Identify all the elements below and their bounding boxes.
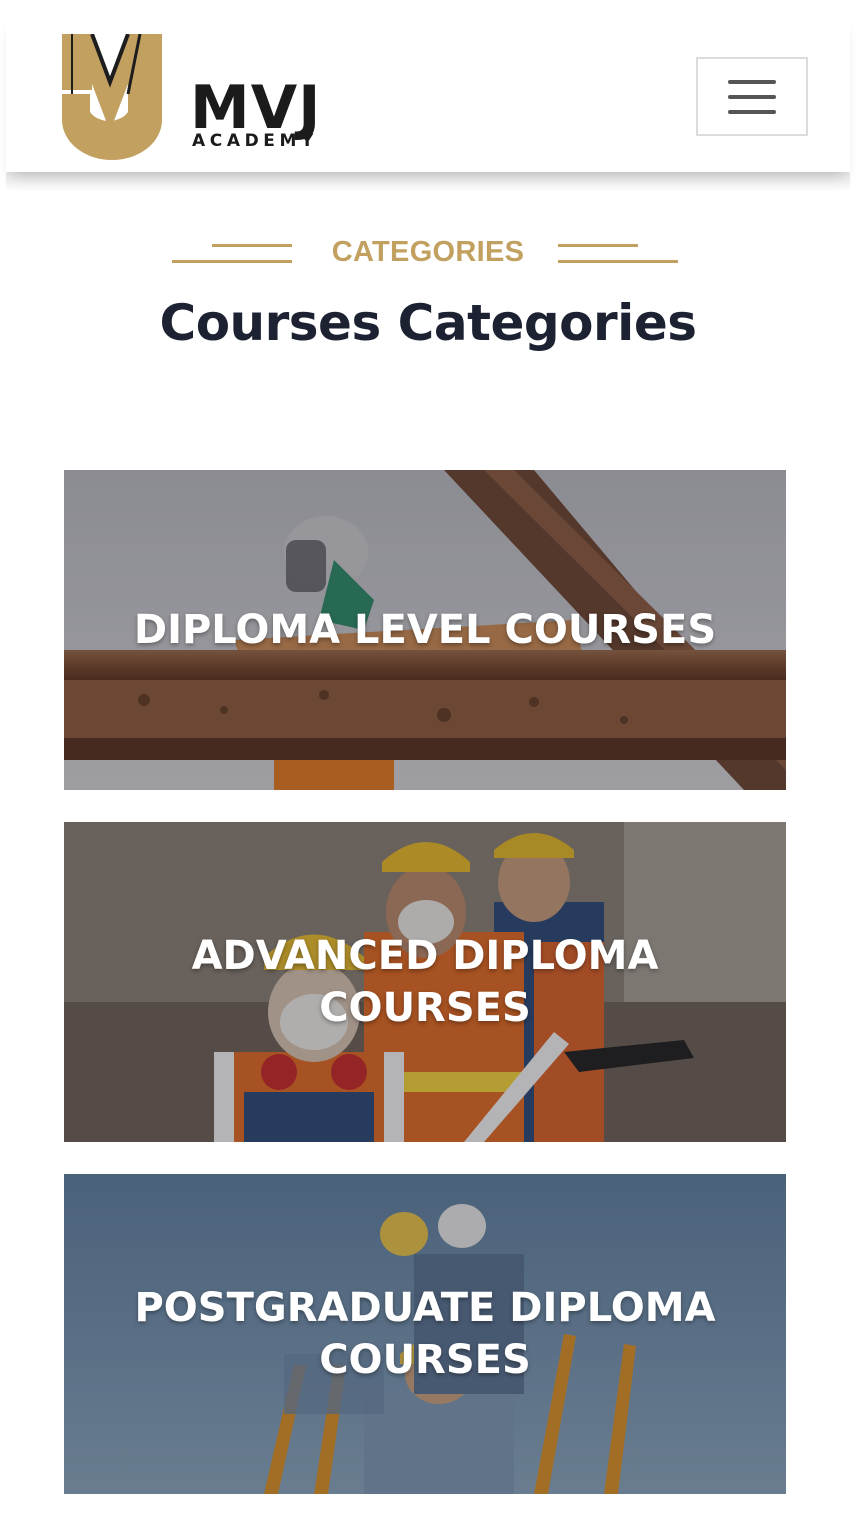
header-shadow: [6, 172, 850, 192]
section-eyebrow-row: CATEGORIES: [0, 234, 856, 270]
category-card-label: DIPLOMA LEVEL COURSES: [133, 607, 717, 653]
hamburger-menu-button[interactable]: [696, 57, 808, 136]
category-card-diploma[interactable]: DIPLOMA LEVEL COURSES: [64, 470, 786, 790]
hamburger-bar: [728, 110, 776, 114]
decorative-line: [558, 244, 638, 247]
mvj-logo-icon: MVJ ACADEMY: [62, 33, 320, 160]
hamburger-bar: [728, 95, 776, 99]
category-card-advanced-diploma[interactable]: ADVANCED DIPLOMA COURSES: [64, 822, 786, 1142]
section-title: Courses Categories: [159, 294, 698, 352]
page: MVJ ACADEMY CATEGORIES Courses Categorie…: [0, 0, 856, 1522]
site-header: MVJ ACADEMY: [6, 18, 850, 172]
section-eyebrow: CATEGORIES: [331, 236, 525, 268]
logo-link[interactable]: MVJ ACADEMY: [62, 33, 352, 160]
decorative-line: [558, 260, 678, 263]
category-card-label: ADVANCED DIPLOMA COURSES: [191, 933, 659, 1031]
category-card-postgraduate-diploma[interactable]: POSTGRADUATE DIPLOMA COURSES: [64, 1174, 786, 1494]
category-card-label: POSTGRADUATE DIPLOMA COURSES: [134, 1285, 716, 1383]
hamburger-menu-icon: [728, 80, 776, 84]
logo-subtitle: ACADEMY: [192, 131, 318, 151]
